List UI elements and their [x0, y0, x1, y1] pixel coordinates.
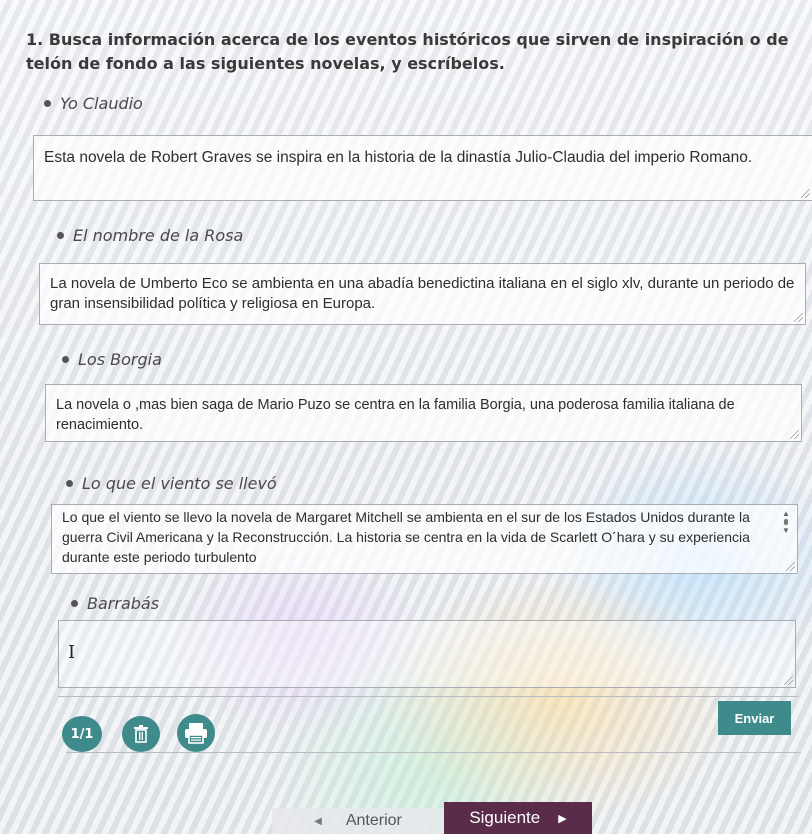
resize-handle[interactable] — [801, 189, 810, 198]
novel-bullet-3: Los Borgia — [62, 350, 162, 369]
novel-bullet-5: Barrabás — [71, 594, 159, 613]
novel-title-5: Barrabás — [87, 594, 160, 613]
novel-bullet-2: El nombre de la Rosa — [57, 226, 243, 245]
question-text: 1. Busca información acerca de los event… — [26, 30, 789, 73]
next-button[interactable]: Siguiente ▶ — [444, 802, 592, 834]
page-indicator: 1/1 — [62, 716, 102, 752]
scroll-down-icon[interactable]: ▼ — [781, 526, 791, 535]
delete-button[interactable] — [122, 716, 160, 752]
scrollbar[interactable]: ▲ ▼ — [781, 509, 791, 543]
bullet-dot — [57, 232, 64, 239]
answer-text-2: La novela de Umberto Eco se ambienta en … — [50, 275, 795, 312]
novel-bullet-1: Yo Claudio — [44, 94, 143, 113]
scroll-up-icon[interactable]: ▲ — [781, 509, 791, 518]
print-button[interactable] — [177, 714, 215, 752]
text-cursor: I — [68, 642, 76, 663]
novel-title-2: El nombre de la Rosa — [73, 226, 244, 245]
printer-icon — [185, 723, 207, 744]
novel-title-1: Yo Claudio — [60, 94, 143, 113]
answer-field-3[interactable]: La novela o ,mas bien saga de Mario Puzo… — [45, 384, 802, 442]
bullet-dot — [62, 356, 69, 363]
answer-text-1: Esta novela de Robert Graves se inspira … — [44, 149, 753, 166]
next-label: Siguiente — [469, 808, 541, 827]
novel-title-4: Lo que el viento se llevó — [82, 474, 277, 493]
footer-divider-top — [58, 696, 798, 697]
resize-handle[interactable] — [794, 313, 803, 322]
prev-arrow-icon: ◀ — [314, 815, 322, 827]
prev-label: Anterior — [345, 812, 402, 829]
answer-field-5[interactable] — [58, 620, 796, 688]
answer-text-3: La novela o ,mas bien saga de Mario Puzo… — [56, 397, 735, 433]
bullet-dot — [71, 600, 78, 607]
answer-field-4[interactable]: Lo que el viento se llevo la novela de M… — [51, 504, 798, 574]
worksheet: 1. Busca información acerca de los event… — [0, 0, 812, 834]
novel-bullet-4: Lo que el viento se llevó — [66, 474, 277, 493]
answer-field-1[interactable]: Esta novela de Robert Graves se inspira … — [33, 135, 812, 201]
scroll-thumb[interactable] — [784, 519, 788, 525]
resize-handle[interactable] — [784, 676, 793, 685]
bullet-dot — [66, 480, 73, 487]
novel-title-3: Los Borgia — [78, 350, 162, 369]
footer-divider-bottom — [66, 752, 801, 753]
prev-button[interactable]: ◀ Anterior — [272, 808, 444, 834]
send-button[interactable]: Enviar — [718, 701, 791, 735]
resize-handle[interactable] — [790, 430, 799, 439]
bullet-dot — [44, 100, 51, 107]
answer-text-4: Lo que el viento se llevo la novela de M… — [62, 509, 750, 565]
trash-icon — [134, 725, 148, 743]
next-arrow-icon: ▶ — [558, 812, 567, 825]
resize-handle[interactable] — [786, 562, 795, 571]
answer-field-2[interactable]: La novela de Umberto Eco se ambienta en … — [39, 263, 806, 325]
